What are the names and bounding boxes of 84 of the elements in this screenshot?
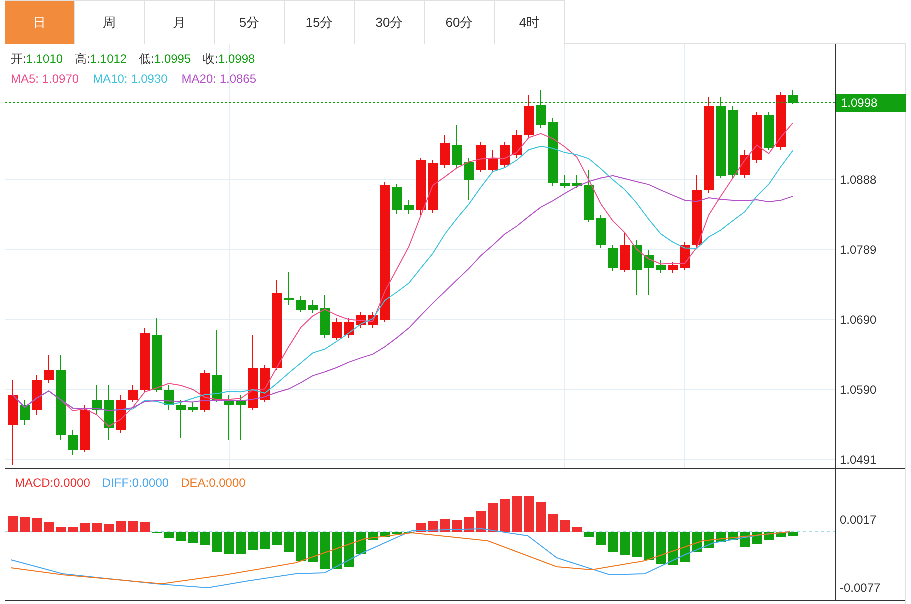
macd-bar <box>332 532 342 569</box>
price-value: 1.1010 <box>26 51 64 68</box>
macd-bar <box>500 499 510 532</box>
macd-bar <box>692 532 702 552</box>
moving-average-legend: MA20: 1.0865 <box>182 70 257 88</box>
macd-bar <box>284 532 294 552</box>
period-tab[interactable]: 5分 <box>215 0 285 44</box>
macd-bar <box>488 503 498 532</box>
macd-bar <box>560 520 570 532</box>
macd-bar <box>32 518 42 532</box>
macd-bar <box>44 522 54 532</box>
period-tab[interactable]: 4时 <box>495 0 565 44</box>
macd-bar <box>212 532 222 552</box>
macd-bar <box>668 532 678 565</box>
macd-bar <box>596 532 606 545</box>
macd-bar <box>140 522 150 532</box>
moving-average-legend: MA5: 1.0970 <box>11 70 80 88</box>
price-axis-label: 1.0888 <box>840 173 877 187</box>
macd-bar <box>512 496 522 532</box>
macd-legend: DEA:0.0000 <box>181 474 246 492</box>
macd-bar <box>524 496 534 532</box>
macd-bar <box>776 532 786 537</box>
macd-bar <box>452 520 462 532</box>
macd-axis-label: 0.0017 <box>840 513 877 527</box>
macd-bar <box>308 532 318 562</box>
macd-bar <box>68 527 78 532</box>
macd-bar <box>356 532 366 554</box>
macd-bar <box>608 532 618 552</box>
period-tab[interactable]: 周 <box>75 0 145 44</box>
macd-bar <box>428 521 438 532</box>
macd-axis-label: -0.0077 <box>840 581 881 595</box>
macd-bar <box>92 523 102 532</box>
macd-bar <box>476 511 486 532</box>
macd-bar <box>644 532 654 560</box>
macd-bar <box>272 532 282 545</box>
macd-bar <box>80 523 90 532</box>
macd-bar <box>296 532 306 561</box>
macd-bar <box>380 532 390 537</box>
macd-bar <box>248 532 258 550</box>
macd-bar <box>236 532 246 554</box>
macd-bar <box>536 502 546 532</box>
macd-bar <box>200 532 210 545</box>
price-label: 高: <box>75 51 90 68</box>
macd-bar <box>224 532 234 554</box>
macd-bar <box>188 532 198 543</box>
macd-bar <box>464 517 474 532</box>
macd-legend: MACD:0.0000 <box>15 474 90 492</box>
price-label: 低: <box>139 51 154 68</box>
macd-bar <box>56 527 66 532</box>
period-tab[interactable]: 15分 <box>285 0 355 44</box>
macd-bar <box>632 532 642 557</box>
macd-bar <box>572 527 582 532</box>
macd-legend: DIFF:0.0000 <box>102 474 170 492</box>
price-label: 收: <box>203 51 218 68</box>
macd-bar <box>440 519 450 532</box>
macd-bar <box>584 532 594 537</box>
period-tab[interactable]: 月 <box>145 0 215 44</box>
macd-bar <box>128 521 138 532</box>
macd-bar <box>260 532 270 549</box>
moving-average-legend: MA10: 1.0930 <box>93 70 168 88</box>
macd-bar <box>656 532 666 564</box>
period-tab[interactable]: 60分 <box>425 0 495 44</box>
macd-bar <box>788 532 798 536</box>
current-price-badge: 1.0998 <box>836 94 906 112</box>
period-tab[interactable]: 30分 <box>355 0 425 44</box>
price-value: 1.0998 <box>218 51 256 68</box>
macd-bar <box>548 514 558 532</box>
macd-bar <box>104 524 114 532</box>
price-axis-label: 1.0690 <box>840 313 877 327</box>
price-label: 开: <box>11 51 26 68</box>
macd-bar <box>344 532 354 567</box>
macd-bar <box>320 532 330 569</box>
macd-bar <box>176 532 186 541</box>
macd-bar <box>164 532 174 538</box>
price-axis-label: 1.0789 <box>840 243 877 257</box>
macd-bar <box>680 532 690 562</box>
macd-bar <box>116 521 126 532</box>
price-value: 1.1012 <box>90 51 128 68</box>
price-axis-label: 1.0491 <box>840 453 877 467</box>
macd-bar <box>620 532 630 555</box>
macd-bar <box>20 517 30 532</box>
price-axis-label: 1.0590 <box>840 383 877 397</box>
macd-bar <box>8 516 18 532</box>
price-value: 1.0995 <box>154 51 192 68</box>
